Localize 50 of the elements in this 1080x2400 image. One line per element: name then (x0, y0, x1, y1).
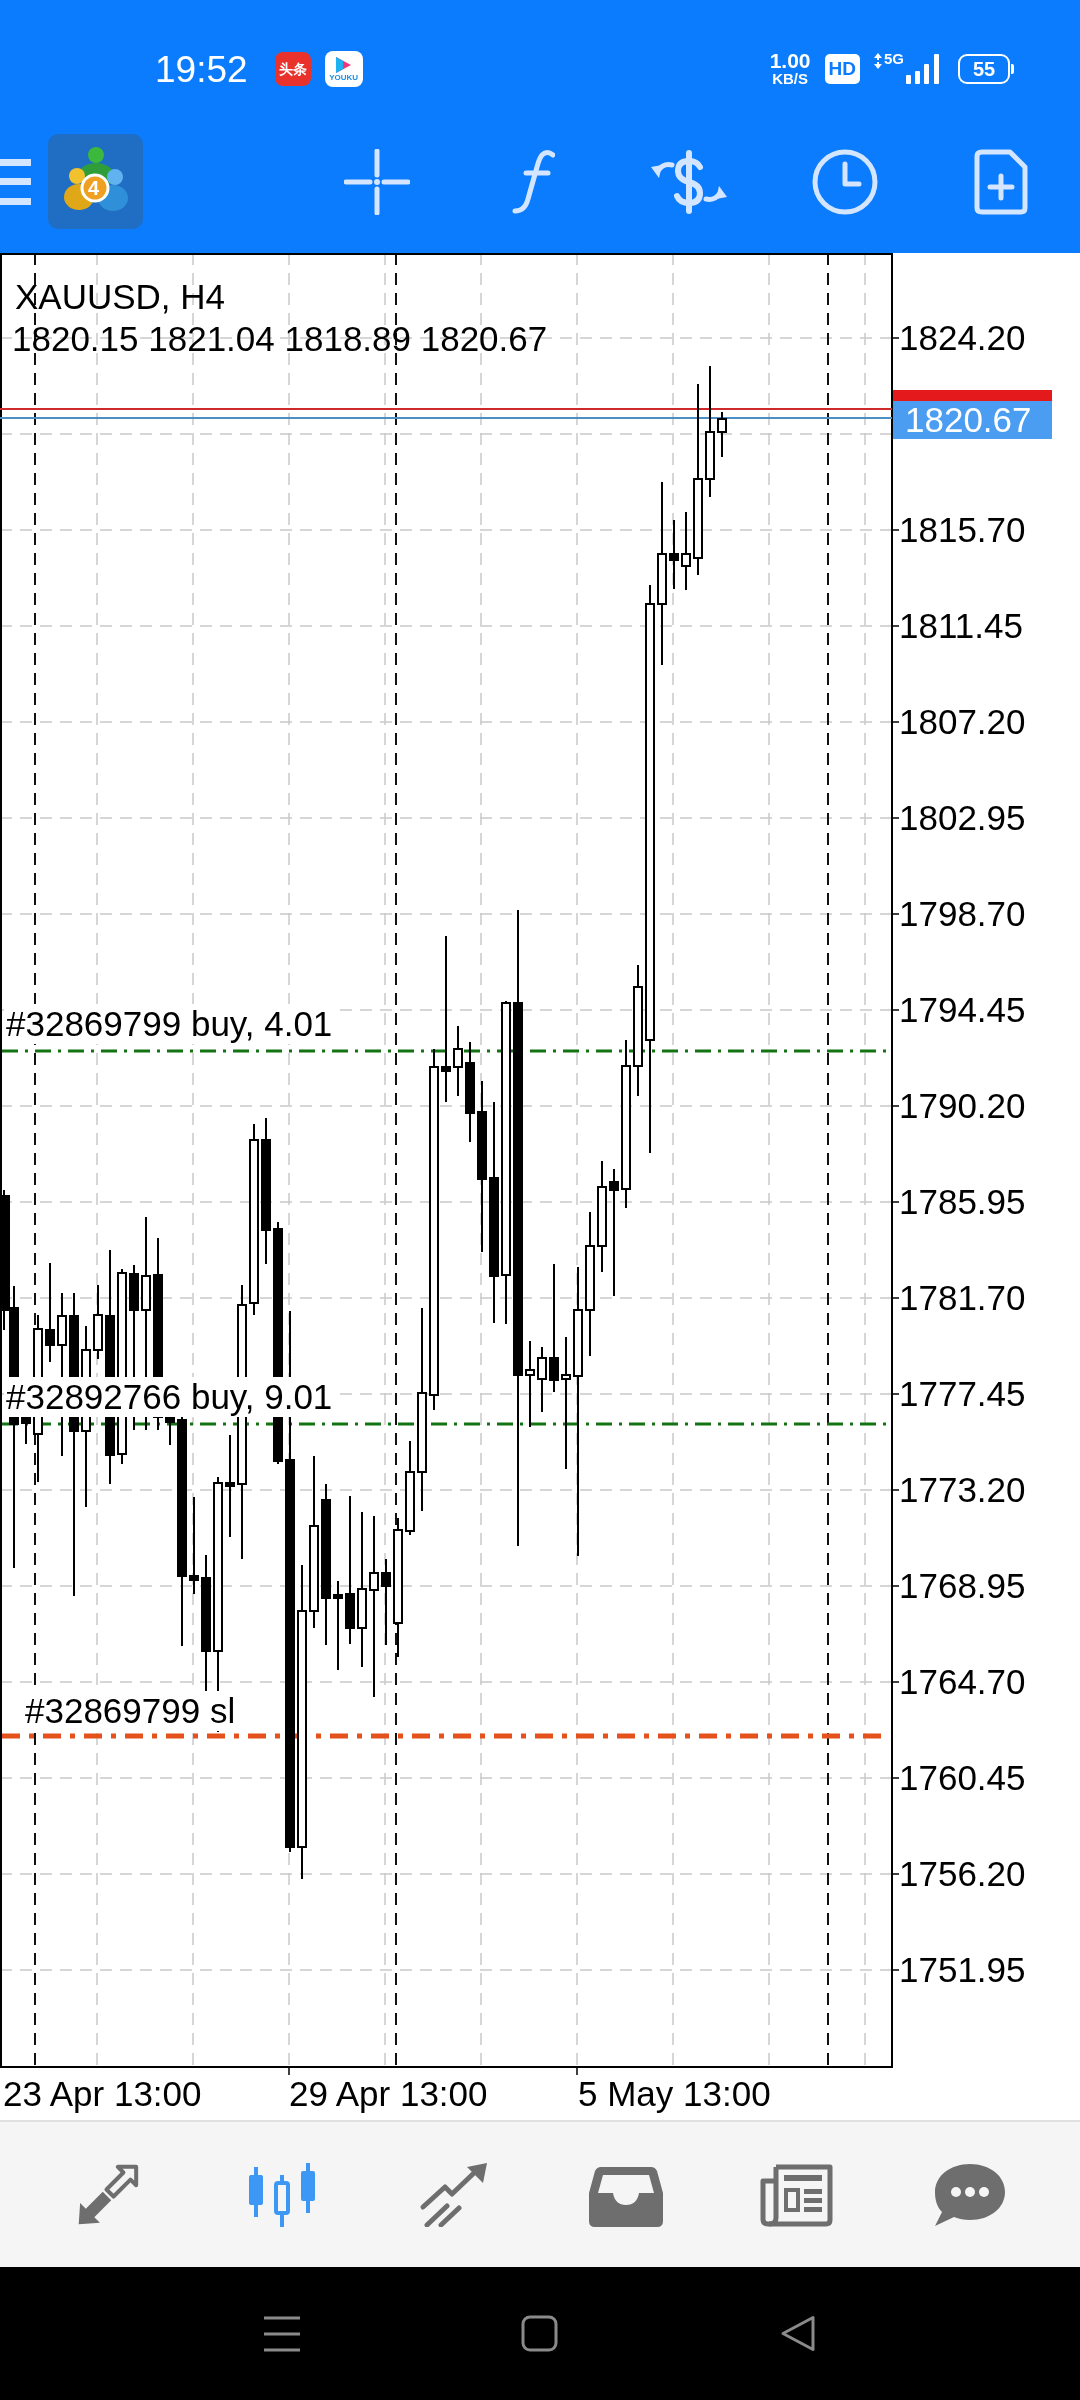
new-document-icon[interactable] (974, 148, 1028, 215)
network-speed-unit: KB/S (772, 71, 808, 87)
function-icon[interactable] (511, 148, 555, 215)
price-axis-label: 1760.45 (899, 1758, 1026, 1798)
price-axis-label: 1824.20 (899, 318, 1026, 358)
price-axis-label: 1794.45 (899, 990, 1026, 1030)
status-time: 19:52 (155, 50, 248, 88)
menu-icon[interactable] (264, 2315, 300, 2352)
price-axis-label: 1751.95 (899, 1950, 1026, 1990)
chat-bubble-icon[interactable] (932, 2162, 1007, 2227)
price-axis-label: 1785.95 (899, 1182, 1026, 1222)
price-axis-label: 1773.20 (899, 1470, 1026, 1510)
time-axis-label: 29 Apr 13:00 (289, 2074, 488, 2114)
price-axis-label: 1790.20 (899, 1086, 1026, 1126)
price-axis-label: 1768.95 (899, 1566, 1026, 1606)
logo-figures-drawing (64, 146, 128, 214)
back-icon[interactable] (780, 2315, 816, 2352)
price-axis-label: 1802.95 (899, 798, 1026, 838)
crosshair-icon[interactable] (344, 148, 410, 215)
time-axis-label: 5 May 13:00 (578, 2074, 771, 2114)
price-axis-label: 1815.70 (899, 510, 1026, 550)
data-arrows-icon (874, 53, 882, 69)
time-axis-label: 23 Apr 13:00 (3, 2074, 202, 2114)
square-icon[interactable] (521, 2315, 558, 2352)
price-axis-label: 1777.45 (899, 1374, 1026, 1414)
price-axis-label: 1764.70 (899, 1662, 1026, 1702)
price-axis-label: 1807.20 (899, 702, 1026, 742)
network-speed: 1.00 (769, 51, 811, 71)
network-type: 5G (884, 51, 904, 67)
hd-badge: HD (824, 54, 860, 84)
logo-number: 4 (88, 176, 100, 201)
price-axis-label: 1756.20 (899, 1854, 1026, 1894)
battery-indicator: 55 (958, 54, 1014, 84)
app-badge: 头条 (274, 52, 311, 86)
order-label: #32869799 buy, 4.01 (4, 1004, 335, 1044)
signal-icon (906, 54, 940, 84)
play-icon (336, 56, 352, 73)
app-badge-label: YOUKU (329, 72, 359, 82)
dollar-arrows-icon[interactable] (650, 148, 728, 215)
ohlc-values: 1820.15 1821.04 1818.89 1820.67 (12, 319, 548, 359)
price-axis-label: 1781.70 (899, 1278, 1026, 1318)
chart-symbol-label: XAUUSD, H4 (15, 277, 226, 317)
clock-icon[interactable] (812, 148, 878, 215)
price-axis-label: 1811.45 (899, 606, 1023, 646)
menu-icon[interactable] (0, 158, 31, 205)
price-axis-label: 1798.70 (899, 894, 1026, 934)
bid-price-tag: 1820.67 (893, 401, 1052, 439)
order-label: #32892766 buy, 9.01 (4, 1377, 335, 1417)
newspaper-icon[interactable] (760, 2162, 835, 2227)
app-logo[interactable]: 4 (48, 134, 143, 229)
